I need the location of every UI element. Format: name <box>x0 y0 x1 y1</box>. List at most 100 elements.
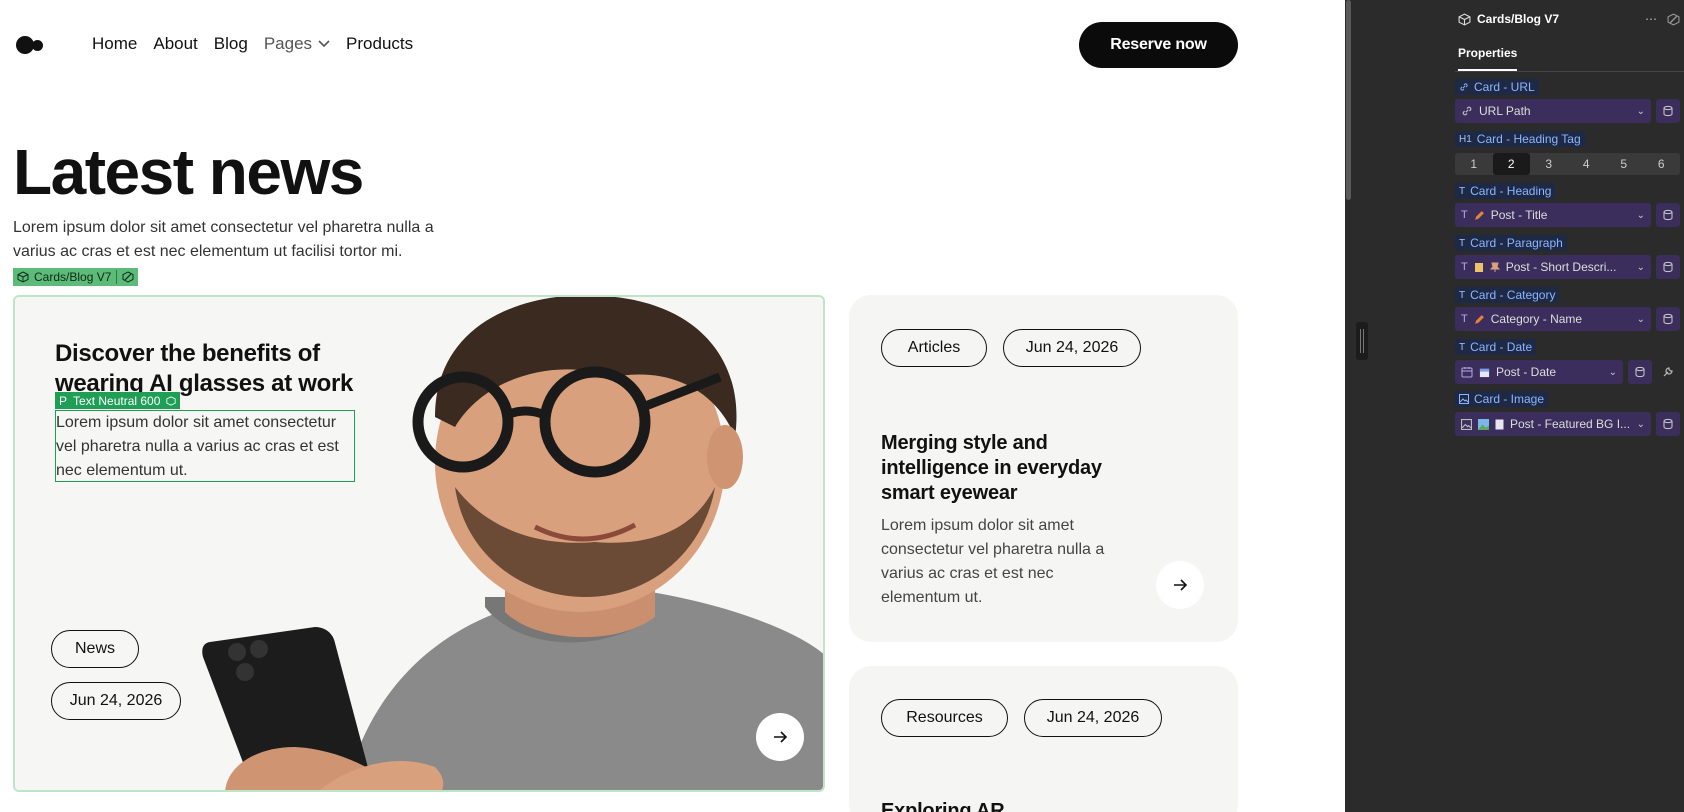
properties-panel: Cards/Blog V7 ⋯ Properties Card - URL UR… <box>1452 0 1684 812</box>
database-icon <box>1663 261 1673 273</box>
prop-paragraph-label-text: Card - Paragraph <box>1470 236 1563 250</box>
text-type-icon: T <box>1461 313 1468 325</box>
prop-image-value: Post - Featured BG I... <box>1510 417 1631 431</box>
text-type-icon: T <box>1461 261 1468 273</box>
prop-image-select[interactable]: Post - Featured BG I... ⌄ <box>1455 412 1651 436</box>
prop-image-label-text: Card - Image <box>1474 392 1545 406</box>
chevron-down-icon: ⌄ <box>1608 366 1617 378</box>
prop-paragraph-bind-button[interactable] <box>1656 255 1680 279</box>
prop-heading-label-text: Card - Heading <box>1470 184 1552 198</box>
canvas-scrollbar-thumb[interactable] <box>1346 0 1351 200</box>
component-badge-label: Cards/Blog V7 <box>34 270 112 284</box>
more-options-icon[interactable]: ⋯ <box>1645 12 1658 26</box>
nav-pages-label: Pages <box>263 34 313 53</box>
image-icon <box>1459 394 1469 404</box>
website-canvas: Home About Blog Pages Products Reserve n… <box>0 0 1345 812</box>
heading-tag-3[interactable]: 3 <box>1530 153 1568 175</box>
featured-heading: Discover the benefits of wearing AI glas… <box>55 340 354 397</box>
prop-category-bind-button[interactable] <box>1656 307 1680 331</box>
arrow-right-icon <box>1174 579 1188 591</box>
heading-tag-5[interactable]: 5 <box>1605 153 1643 175</box>
component-icon <box>17 271 29 283</box>
nav-pages-dropdown[interactable]: Pages <box>264 34 330 54</box>
component-selection-badge[interactable]: Cards/Blog V7 <box>13 268 139 286</box>
pin-icon <box>1489 262 1500 272</box>
link-icon <box>1460 83 1468 91</box>
component-settings-icon[interactable] <box>122 271 134 283</box>
card-1-arrow-button[interactable] <box>1156 561 1204 609</box>
prop-category-select[interactable]: T Category - Name ⌄ <box>1455 307 1651 331</box>
database-icon <box>1663 418 1673 430</box>
prop-heading-select[interactable]: T Post - Title ⌄ <box>1455 203 1651 227</box>
prop-heading-label: T Card - Heading <box>1455 183 1556 199</box>
page-subtitle: Lorem ipsum dolor sit amet consectetur v… <box>13 219 434 260</box>
featured-paragraph[interactable]: Lorem ipsum dolor sit amet consectetur v… <box>55 410 355 482</box>
calendar-icon <box>1461 367 1473 378</box>
card-1-date-pill[interactable]: Jun 24, 2026 <box>1003 329 1141 367</box>
heading-tag-4[interactable]: 4 <box>1568 153 1606 175</box>
chevron-down-icon: ⌄ <box>1636 105 1645 117</box>
brand-logo[interactable] <box>16 34 50 56</box>
text-style-badge[interactable]: P Text Neutral 600 <box>55 392 181 409</box>
prop-category-label: T Card - Category <box>1455 287 1560 303</box>
heading-tag-selector: 1 2 3 4 5 6 <box>1455 153 1680 175</box>
text-badge-prefix: P <box>59 393 68 408</box>
prop-paragraph-value: Post - Short Descri... <box>1505 260 1617 274</box>
chevron-down-icon: ⌄ <box>1636 418 1645 430</box>
arrow-right-icon <box>774 731 788 743</box>
page-title: Latest news <box>13 136 364 208</box>
document-icon <box>1495 419 1504 429</box>
nav-about[interactable]: About <box>153 34 197 54</box>
wrench-icon <box>1663 367 1673 377</box>
prop-date-bind-button[interactable] <box>1628 360 1652 384</box>
blog-card-2[interactable]: Resources Jun 24, 2026 Exploring AR <box>849 666 1238 812</box>
prop-heading-tag-label-text: Card - Heading Tag <box>1476 132 1581 146</box>
card-2-category-pill[interactable]: Resources <box>881 699 1008 737</box>
pencil-icon <box>1474 314 1484 324</box>
prop-url-label: Card - URL <box>1455 79 1539 95</box>
prop-date-wrench-button[interactable] <box>1656 360 1680 384</box>
panel-tabs: Properties <box>1455 44 1684 72</box>
heading-tag-2[interactable]: 2 <box>1492 153 1530 175</box>
prop-url-select[interactable]: URL Path ⌄ <box>1455 99 1651 123</box>
featured-date-pill[interactable]: Jun 24, 2026 <box>51 682 181 720</box>
database-icon <box>1663 209 1673 221</box>
featured-category-pill[interactable]: News <box>51 630 139 668</box>
prop-date-label: T Card - Date <box>1455 339 1537 355</box>
main-nav: Home About Blog Pages Products <box>92 34 413 54</box>
prop-category-label-text: Card - Category <box>1470 288 1556 302</box>
heading-tag-icon: H1 <box>1459 133 1472 145</box>
prop-date-select[interactable]: Post - Date ⌄ <box>1455 360 1623 384</box>
card-1-category-pill[interactable]: Articles <box>881 329 987 367</box>
featured-arrow-button[interactable] <box>756 713 804 761</box>
nav-home[interactable]: Home <box>92 34 137 54</box>
nav-blog[interactable]: Blog <box>214 34 248 54</box>
chevron-down-icon: ⌄ <box>1636 313 1645 325</box>
database-icon <box>1635 366 1645 378</box>
chevron-down-icon: ⌄ <box>1636 261 1645 273</box>
prop-url-value: URL Path <box>1479 104 1531 118</box>
prop-heading-bind-button[interactable] <box>1656 203 1680 227</box>
nav-products[interactable]: Products <box>346 34 413 54</box>
tab-properties[interactable]: Properties <box>1458 46 1518 71</box>
edit-component-icon[interactable] <box>1667 12 1680 26</box>
image-icon <box>1461 418 1472 430</box>
reserve-now-button[interactable]: Reserve now <box>1079 22 1238 68</box>
link-icon <box>1462 106 1472 116</box>
heading-tag-6[interactable]: 6 <box>1643 153 1681 175</box>
resize-handle[interactable] <box>1356 322 1368 360</box>
card-2-heading: Exploring AR <box>881 800 1005 812</box>
component-icon <box>166 395 176 406</box>
heading-tag-1[interactable]: 1 <box>1455 153 1493 175</box>
card-2-date-pill[interactable]: Jun 24, 2026 <box>1024 699 1162 737</box>
card-1-paragraph: Lorem ipsum dolor sit amet consectetur v… <box>881 517 1105 606</box>
blog-card-1[interactable]: Articles Jun 24, 2026 Merging style and … <box>849 295 1238 642</box>
prop-image-bind-button[interactable] <box>1656 412 1680 436</box>
featured-blog-card[interactable]: Discover the benefits of wearing AI glas… <box>13 295 825 792</box>
chevron-down-icon <box>318 40 330 48</box>
panel-gutter <box>1353 0 1457 812</box>
prop-paragraph-select[interactable]: T Post - Short Descri... ⌄ <box>1455 255 1651 279</box>
text-type-icon: T <box>1461 209 1468 221</box>
prop-url-bind-button[interactable] <box>1656 99 1680 123</box>
prop-category-value: Category - Name <box>1490 312 1583 326</box>
